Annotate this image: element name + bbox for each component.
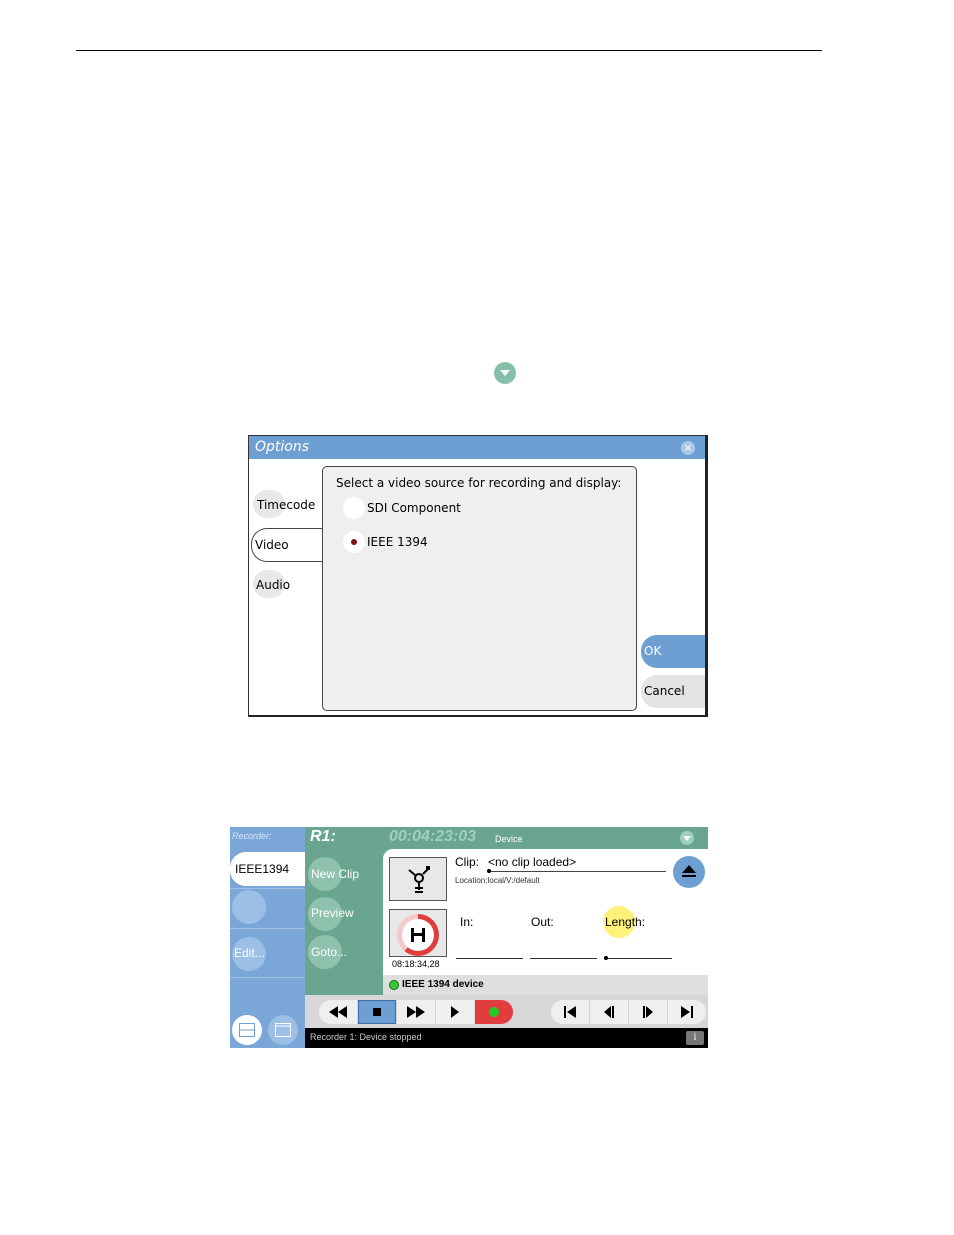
rewind-icon — [329, 1006, 347, 1018]
disk-usage-indicator — [397, 914, 439, 956]
step-forward-button[interactable] — [629, 1000, 667, 1024]
source-prompt: Select a video source for recording and … — [336, 476, 622, 490]
stop-icon — [373, 1008, 381, 1016]
radio-ieee-1394[interactable]: IEEE 1394 — [343, 531, 428, 553]
go-to-start-button[interactable] — [551, 1000, 589, 1024]
radio-button[interactable] — [343, 497, 365, 519]
device-status: IEEE 1394 device — [402, 979, 484, 990]
recorder-panel: Recorder: IEEE1394 Edit... R1: 00:04:23:… — [230, 827, 708, 1048]
fast-forward-icon — [407, 1006, 425, 1018]
clip-underline — [488, 871, 666, 872]
close-icon[interactable]: × — [681, 441, 695, 455]
dialog-title: Options — [249, 436, 705, 459]
preview-label[interactable]: Preview — [311, 906, 354, 920]
fast-forward-button[interactable] — [397, 1000, 435, 1024]
firewire-icon — [408, 866, 430, 893]
single-view-icon — [275, 1023, 291, 1037]
channel-name: R1: — [310, 828, 336, 845]
floppy-disk-icon — [411, 928, 425, 942]
go-to-start-icon — [564, 1006, 576, 1018]
clip-label: Clip: — [455, 855, 480, 869]
eject-icon — [682, 865, 696, 877]
radio-button-selected[interactable] — [343, 531, 365, 553]
clip-marker — [487, 869, 491, 873]
radio-label: SDI Component — [367, 501, 461, 515]
in-field[interactable] — [456, 958, 523, 959]
single-view-button[interactable] — [268, 1015, 298, 1045]
tab-timecode-label[interactable]: Timecode — [257, 498, 315, 512]
video-source-panel: Select a video source for recording and … — [322, 466, 637, 711]
dropdown-arrow-icon[interactable] — [494, 362, 516, 384]
radio-label: IEEE 1394 — [367, 535, 428, 549]
tab-video-label[interactable]: Video — [255, 538, 289, 552]
record-button[interactable] — [475, 1000, 513, 1024]
step-forward-icon — [643, 1006, 653, 1018]
status-bar: Recorder 1: Device stopped i — [305, 1028, 708, 1048]
divider — [230, 888, 305, 889]
split-view-button[interactable] — [232, 1015, 262, 1045]
goto-label[interactable]: Goto... — [311, 945, 347, 959]
new-clip-label[interactable]: New Clip — [311, 867, 359, 881]
ok-button[interactable]: OK — [641, 635, 705, 668]
sidebar-title: Recorder: — [232, 831, 272, 841]
device-status-strip: IEEE 1394 device — [383, 975, 708, 995]
page-rule — [76, 50, 822, 51]
divider — [230, 977, 305, 978]
status-message: Recorder 1: Device stopped — [310, 1032, 422, 1042]
tab-audio-label[interactable]: Audio — [256, 578, 290, 592]
recorder-header: R1: 00:04:23:03 Device — [305, 827, 708, 849]
chevron-down-icon[interactable] — [680, 831, 694, 845]
in-label: In: — [460, 915, 474, 929]
clip-location: Location:local/V:/default — [455, 876, 540, 885]
rewind-button[interactable] — [319, 1000, 357, 1024]
length-label: Length: — [605, 915, 646, 929]
play-button[interactable] — [436, 1000, 474, 1024]
step-back-icon — [604, 1006, 614, 1018]
step-back-button[interactable] — [590, 1000, 628, 1024]
divider — [230, 928, 305, 929]
length-field[interactable] — [608, 958, 672, 959]
disk-time-remaining: 08:18:34,28 — [392, 959, 440, 969]
eject-button[interactable] — [673, 856, 705, 888]
edit-label[interactable]: Edit... — [234, 946, 265, 960]
transport-controls — [305, 995, 708, 1028]
play-icon — [451, 1006, 459, 1018]
radio-sdi-component[interactable]: SDI Component — [343, 497, 461, 519]
channel-button[interactable]: IEEE1394 — [230, 852, 305, 886]
status-led-icon — [389, 980, 399, 990]
record-icon — [489, 1007, 499, 1017]
cancel-button[interactable]: Cancel — [641, 675, 705, 708]
stop-button[interactable] — [358, 1000, 396, 1024]
empty-channel-button[interactable] — [232, 890, 266, 924]
recorder-sidebar: Recorder: IEEE1394 Edit... — [230, 827, 305, 1048]
timecode-display: 00:04:23:03 — [389, 828, 477, 845]
clip-name[interactable]: <no clip loaded> — [488, 855, 576, 869]
info-icon[interactable]: i — [686, 1031, 704, 1045]
firewire-button[interactable] — [389, 857, 447, 901]
record-disk-button[interactable] — [389, 909, 447, 957]
options-dialog: Options × Timecode Video Audio Select a … — [248, 435, 708, 717]
go-to-end-button[interactable] — [668, 1000, 706, 1024]
split-view-icon — [239, 1023, 255, 1037]
out-label: Out: — [531, 915, 554, 929]
timecode-source: Device — [495, 834, 523, 844]
out-field[interactable] — [530, 958, 597, 959]
go-to-end-icon — [681, 1006, 693, 1018]
